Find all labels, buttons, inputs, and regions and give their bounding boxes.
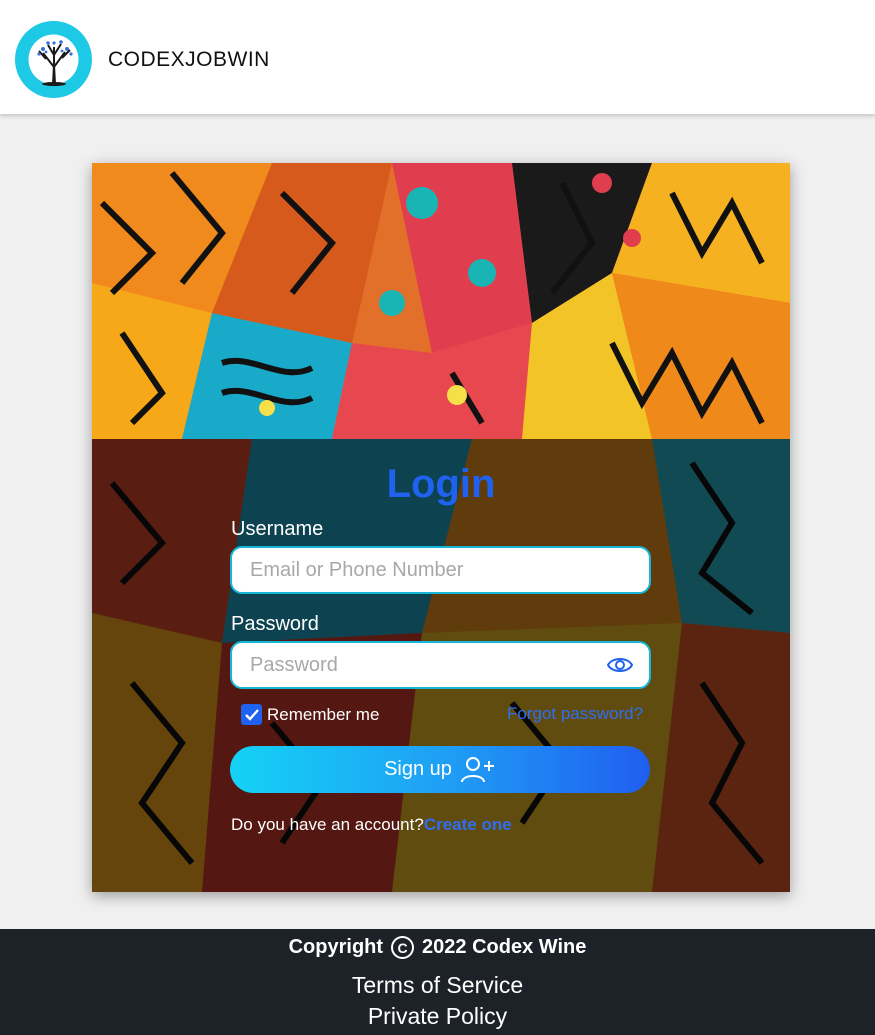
remember-me-checkbox[interactable] xyxy=(241,704,262,725)
copyright-icon: C xyxy=(391,936,415,959)
username-label: Username xyxy=(231,518,324,540)
user-plus-icon xyxy=(460,756,494,782)
copyright-notice: Copyright C 2022 Codex Wine xyxy=(0,936,875,959)
copyright-suffix: 2022 Codex Wine xyxy=(422,936,587,958)
forgot-password-link[interactable]: Forgot password? xyxy=(507,704,643,724)
copyright-prefix: Copyright xyxy=(288,936,384,958)
sign-up-label: Sign up xyxy=(384,758,452,780)
remember-me-label: Remember me xyxy=(267,704,380,724)
tree-logo-icon[interactable] xyxy=(15,21,92,98)
create-account-link[interactable]: Create one xyxy=(424,815,512,834)
footer: Copyright C 2022 Codex Wine Terms of Ser… xyxy=(0,929,875,1035)
login-title: Login xyxy=(386,462,496,506)
create-account-row: Do you have an account?Create one xyxy=(231,815,512,835)
sign-up-button[interactable]: Sign up xyxy=(230,746,650,793)
username-field-wrapper xyxy=(230,546,651,594)
login-card: Login Username Password Remember me Forg… xyxy=(92,163,790,892)
password-label: Password xyxy=(231,613,319,635)
remember-me-row: Remember me xyxy=(241,704,379,725)
terms-of-service-link[interactable]: Terms of Service xyxy=(0,972,875,999)
password-field-wrapper xyxy=(230,641,651,689)
brand-name[interactable]: CODEXJOBWIN xyxy=(108,48,270,72)
password-input[interactable] xyxy=(232,643,649,687)
privacy-policy-link[interactable]: Private Policy xyxy=(0,1003,875,1030)
top-navbar: CODEXJOBWIN xyxy=(0,0,875,114)
checkmark-icon xyxy=(244,708,259,721)
eye-icon[interactable] xyxy=(607,654,633,676)
account-prompt: Do you have an account? xyxy=(231,815,424,834)
username-input[interactable] xyxy=(232,548,649,592)
